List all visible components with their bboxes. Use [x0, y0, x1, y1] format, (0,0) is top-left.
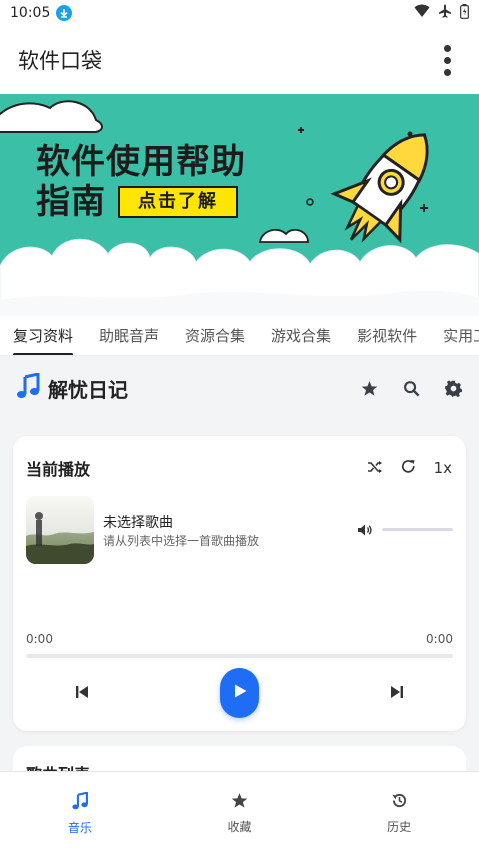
repeat-icon[interactable] — [401, 459, 416, 478]
bottom-navigation: 音乐 收藏 历史 — [0, 771, 479, 852]
airplane-icon — [438, 4, 452, 22]
nav-history-label: 历史 — [387, 820, 412, 834]
more-options-button[interactable] — [433, 40, 461, 80]
shuffle-icon[interactable] — [367, 459, 383, 478]
volume-slider[interactable] — [382, 528, 453, 531]
play-button[interactable] — [220, 668, 259, 718]
previous-track-icon[interactable] — [74, 684, 90, 700]
more-dot — [443, 44, 451, 52]
history-icon — [391, 792, 408, 813]
playback-speed-button[interactable]: 1x — [434, 459, 452, 477]
current-time: 0:00 — [26, 632, 53, 646]
search-icon[interactable] — [401, 378, 421, 398]
album-cover-image — [26, 496, 94, 564]
nav-history[interactable]: 历史 — [319, 772, 479, 852]
tab-video-software[interactable]: 影视软件 — [344, 316, 430, 355]
song-title: 未选择歌曲 — [103, 515, 173, 531]
nav-music[interactable]: 音乐 — [0, 772, 160, 852]
music-note-icon — [71, 791, 89, 814]
more-dot — [443, 56, 451, 64]
now-playing-title: 当前播放 — [26, 460, 91, 479]
banner-headline-line2: 指南 — [36, 182, 106, 222]
more-dot — [443, 68, 451, 76]
banner-headline-line1: 软件使用帮助 — [36, 142, 246, 182]
next-track-icon[interactable] — [389, 684, 405, 700]
section-header: 解忧日记 — [0, 356, 479, 420]
playback-progress-bar[interactable] — [26, 654, 453, 658]
volume-icon[interactable] — [357, 522, 373, 538]
star-icon — [231, 792, 248, 813]
favorites-star-icon[interactable] — [359, 378, 379, 398]
tab-utilities[interactable]: 实用工 — [430, 316, 479, 355]
now-playing-card: 当前播放 1x 未选择歌曲 请从列表中选择一首歌曲播放 0:00 0:00 — [13, 436, 466, 731]
play-icon — [232, 683, 248, 703]
banner-headline: 软件使用帮助 指南 点击了解 — [36, 142, 246, 222]
tab-resource-collection[interactable]: 资源合集 — [172, 316, 258, 355]
battery-icon — [460, 3, 469, 23]
category-tabs: 复习资料 助眠音声 资源合集 游戏合集 影视软件 实用工 — [0, 316, 479, 356]
download-icon — [56, 5, 73, 21]
tab-sleep-audio[interactable]: 助眠音声 — [86, 316, 172, 355]
music-note-icon — [16, 372, 40, 403]
status-time: 10:05 — [10, 5, 51, 21]
wifi-icon — [414, 4, 430, 22]
tab-review-materials[interactable]: 复习资料 — [0, 316, 86, 355]
banner-cta-button[interactable]: 点击了解 — [118, 186, 238, 218]
nav-favorites-label: 收藏 — [227, 820, 252, 834]
app-bar: 软件口袋 — [0, 26, 479, 94]
nav-music-label: 音乐 — [67, 821, 92, 835]
nav-favorites[interactable]: 收藏 — [160, 772, 320, 852]
tab-game-collection[interactable]: 游戏合集 — [258, 316, 344, 355]
app-title: 软件口袋 — [18, 49, 102, 73]
status-bar: 10:05 — [0, 0, 479, 26]
gear-icon[interactable] — [443, 378, 463, 398]
song-subtitle: 请从列表中选择一首歌曲播放 — [103, 534, 260, 548]
help-guide-banner[interactable]: 软件使用帮助 指南 点击了解 — [0, 94, 479, 316]
total-time: 0:00 — [426, 632, 453, 646]
section-title: 解忧日记 — [48, 377, 128, 402]
